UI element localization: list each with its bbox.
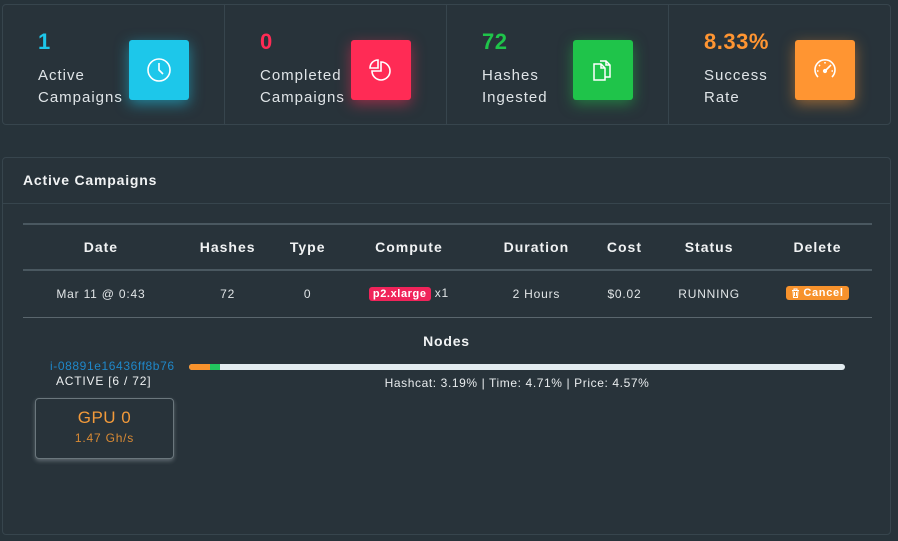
column-header-status: Status: [684, 239, 734, 255]
cell-delete: Cancel: [763, 270, 872, 317]
stat-value: 8.33%: [704, 29, 769, 54]
node-progress-text: Hashcat: 3.19% | Time: 4.71% | Price: 4.…: [384, 376, 650, 390]
cell-duration: 2 Hours: [512, 286, 561, 301]
stats-bar: 1 Active Campaigns 0 Completed Campaigns…: [2, 4, 891, 125]
active-campaigns-panel: Active Campaigns Date Hashes Type Comput…: [2, 157, 891, 535]
cancel-label: Cancel: [803, 287, 844, 300]
cell-date: Mar 11 @ 0:43: [56, 286, 146, 301]
stat-value: 72: [482, 29, 508, 54]
nodes-title: Nodes: [423, 333, 470, 349]
cell-type: 0: [303, 286, 312, 301]
stat-completed-campaigns: 0 Completed Campaigns: [225, 5, 447, 124]
cancel-button[interactable]: Cancel: [786, 286, 849, 301]
column-header-duration: Duration: [503, 239, 570, 255]
column-header-delete: Delete: [793, 239, 842, 255]
speedometer-icon: [795, 40, 855, 100]
stat-success-rate: 8.33% Success Rate: [669, 5, 890, 124]
progress-segment-price: [189, 364, 210, 370]
gpu-card: GPU 0 1.47 Gh/s: [35, 398, 174, 459]
cell-hashes: 72: [220, 286, 236, 301]
campaigns-table: Date Hashes Type Compute Duration Cost S…: [23, 223, 872, 318]
pie-chart-icon: [351, 40, 411, 100]
stat-label: Hashes Ingested: [482, 67, 548, 106]
stat-value: 1: [38, 29, 51, 54]
cell-status: RUNNING: [678, 286, 740, 301]
stat-value: 0: [260, 29, 273, 54]
stat-hashes-ingested: 72 Hashes Ingested: [447, 5, 669, 124]
column-header-compute: Compute: [375, 239, 443, 255]
panel-title: Active Campaigns: [3, 158, 890, 204]
node-id-link[interactable]: i-08891e16436ff8b76: [50, 359, 175, 373]
node-status: ACTIVE [6 / 72]: [56, 374, 152, 388]
stat-label: Success Rate: [704, 67, 768, 106]
column-header-cost: Cost: [606, 239, 643, 255]
column-header-type: Type: [289, 239, 326, 255]
gpu-name: GPU 0: [77, 408, 132, 427]
stat-label: Active Campaigns: [38, 67, 123, 106]
files-icon: [573, 40, 633, 100]
column-header-date: Date: [83, 239, 119, 255]
cell-compute: p2.xlarge x1: [339, 270, 479, 317]
column-header-hashes: Hashes: [199, 239, 256, 255]
instance-count: x1: [434, 286, 449, 301]
clock-icon: [129, 40, 189, 100]
table-header-row: Date Hashes Type Compute Duration Cost S…: [23, 224, 872, 270]
trash-icon: [792, 288, 800, 299]
instance-type-badge: p2.xlarge: [368, 287, 431, 302]
gpu-hashrate: 1.47 Gh/s: [74, 431, 135, 445]
node-progress-bar: [189, 364, 845, 370]
stat-label: Completed Campaigns: [260, 67, 345, 106]
table-row: Mar 11 @ 0:43 72 0 p2.xlarge x1 2 Hours …: [23, 270, 872, 317]
progress-segment-hashcat: [209, 364, 220, 370]
stat-active-campaigns: 1 Active Campaigns: [3, 5, 225, 124]
cell-cost: $0.02: [607, 286, 642, 301]
